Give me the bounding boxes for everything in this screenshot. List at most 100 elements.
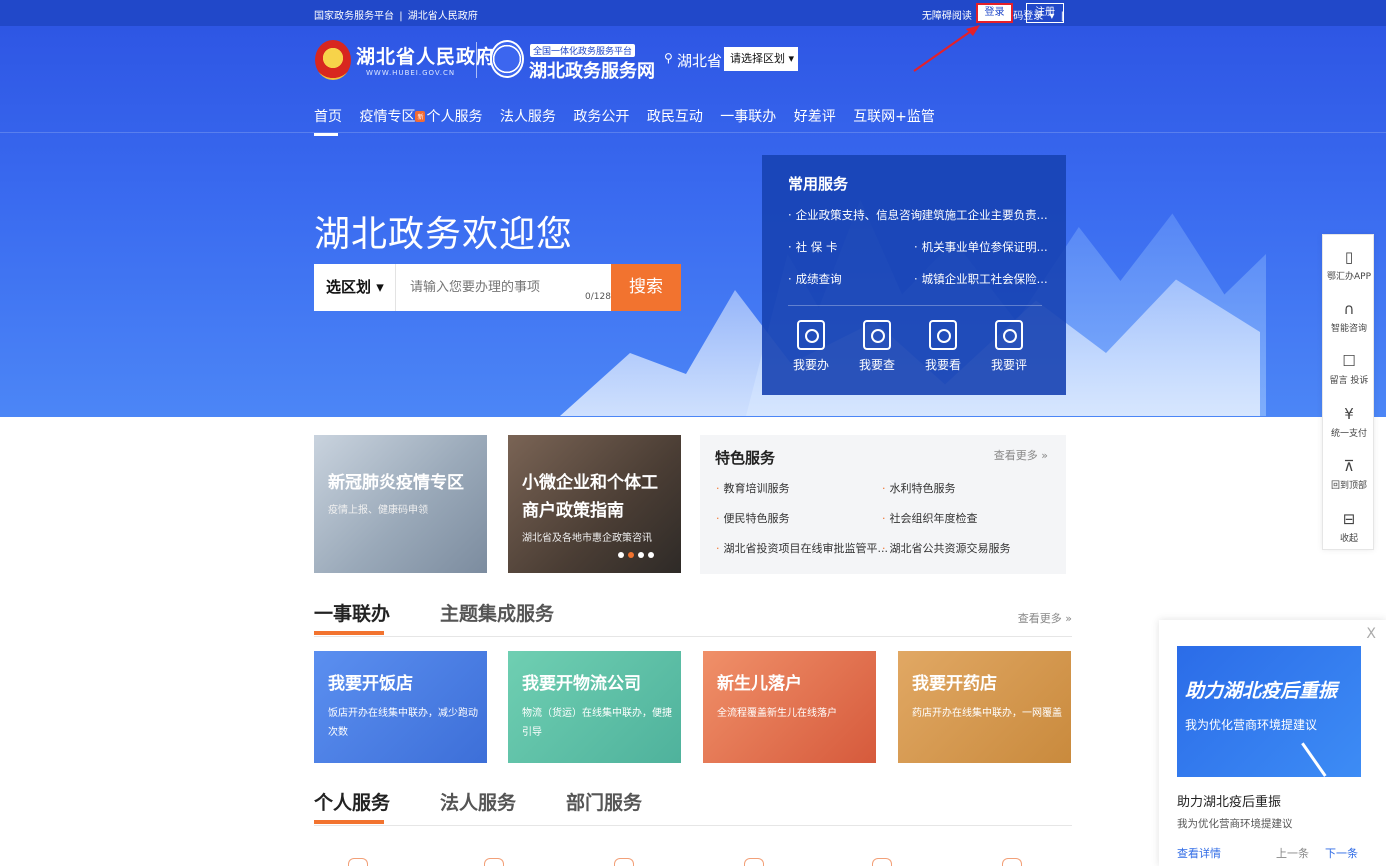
- special-service-link[interactable]: 社会组织年度检查: [882, 510, 978, 526]
- nav-joint-service[interactable]: 一事联办: [720, 106, 776, 126]
- nav-supervision[interactable]: 互联网+监管: [853, 106, 935, 126]
- float-label: 回到顶部: [1330, 481, 1367, 491]
- gov-title[interactable]: 湖北省人民政府: [356, 42, 496, 69]
- common-service-link[interactable]: 社 保 卡: [788, 239, 838, 255]
- search-char-count: 0/128: [585, 292, 611, 302]
- service-card-pharmacy[interactable]: 我要开药店 药店开办在线集中联办，一网覆盖: [898, 651, 1071, 763]
- search-button[interactable]: 搜索: [611, 264, 681, 311]
- popup-next-button[interactable]: 下一条: [1325, 845, 1358, 861]
- float-label: 智能咨询: [1330, 324, 1367, 334]
- nav-epidemic[interactable]: 疫情专区新: [359, 106, 426, 126]
- float-app[interactable]: ▯ 鄂汇办APP: [1323, 249, 1375, 282]
- card-subtitle: 疫情上报、健康码申领: [328, 505, 428, 516]
- service-icon[interactable]: [348, 858, 368, 866]
- float-label: 鄂汇办APP: [1326, 272, 1371, 282]
- tab-legal-service[interactable]: 法人服务: [440, 788, 516, 815]
- card-title: 小微企业和个体工商户政策指南: [522, 473, 658, 521]
- tab-joint-service[interactable]: 一事联办: [314, 599, 390, 635]
- float-label: 统一支付: [1330, 429, 1367, 439]
- register-button[interactable]: 注册: [1026, 3, 1064, 23]
- search-box: 选区划 ▾ 0/128 搜索: [314, 264, 681, 311]
- nav-public-affairs[interactable]: 政务公开: [573, 106, 629, 126]
- service-icon[interactable]: [614, 858, 634, 866]
- special-service-link[interactable]: 湖北省公共资源交易服务: [882, 540, 1011, 556]
- welcome-heading: 湖北政务欢迎您: [314, 214, 574, 255]
- nav-rating[interactable]: 好差评: [794, 106, 836, 126]
- service-card-title: 我要开饭店: [328, 674, 413, 694]
- service-icon[interactable]: [872, 858, 892, 866]
- common-service-link[interactable]: 建筑施工企业主要负责...: [914, 207, 1048, 223]
- service-card-desc: 全流程覆盖新生儿在线落户: [717, 708, 837, 719]
- tab-personal-service[interactable]: 个人服务: [314, 788, 390, 824]
- float-pay[interactable]: ¥ 统一支付: [1323, 406, 1375, 439]
- special-service-link[interactable]: 湖北省投资项目在线审批监管平...: [716, 540, 889, 556]
- special-service-link[interactable]: 水利特色服务: [882, 480, 956, 496]
- epidemic-zone-card[interactable]: 新冠肺炎疫情专区 疫情上报、健康码申领: [314, 435, 487, 573]
- popup-prev-button[interactable]: 上一条: [1276, 845, 1309, 861]
- hero-banner: [0, 26, 1386, 417]
- action-query[interactable]: 我要查: [852, 320, 902, 373]
- small-business-card[interactable]: 小微企业和个体工商户政策指南 湖北省及各地市惠企政策咨讯: [508, 435, 681, 573]
- service-card-desc: 饭店开办在线集中联办，减少跑动次数: [328, 708, 478, 738]
- carousel-dot[interactable]: [648, 552, 654, 558]
- service-icon[interactable]: [484, 858, 504, 866]
- popup-detail-link[interactable]: 查看详情: [1177, 845, 1221, 861]
- service-icon[interactable]: [744, 858, 764, 866]
- special-more-link[interactable]: 查看更多 »: [994, 447, 1048, 463]
- carousel-dot[interactable]: [618, 552, 624, 558]
- promo-banner[interactable]: 助力湖北疫后重振 我为优化营商环境提建议: [1177, 646, 1361, 777]
- nav-legal[interactable]: 法人服务: [500, 106, 556, 126]
- service-card-newborn[interactable]: 新生儿落户 全流程覆盖新生儿在线落户: [703, 651, 876, 763]
- popup-title: 助力湖北疫后重振: [1177, 795, 1282, 810]
- action-rate[interactable]: 我要评: [984, 320, 1034, 373]
- action-label: 我要办: [792, 358, 829, 372]
- main-nav: 首页 疫情专区新个人服务 法人服务 政务公开 政民互动 一事联办 好差评 互联网…: [314, 106, 948, 136]
- close-icon[interactable]: X: [1366, 626, 1376, 642]
- float-consult[interactable]: ∩ 智能咨询: [1323, 301, 1375, 334]
- portal-logo-icon: [490, 40, 524, 78]
- service-card-desc: 药店开办在线集中联办，一网覆盖: [912, 708, 1062, 719]
- special-service-link[interactable]: 便民特色服务: [716, 510, 790, 526]
- tab-department-service[interactable]: 部门服务: [566, 788, 642, 815]
- banner-subtitle: 我为优化营商环境提建议: [1185, 718, 1318, 732]
- joint-more-link[interactable]: 查看更多 »: [1018, 610, 1072, 626]
- region-select[interactable]: 请选择区划 ▾: [724, 47, 798, 71]
- search-input[interactable]: [410, 280, 590, 295]
- common-service-link[interactable]: 城镇企业职工社会保险...: [914, 271, 1048, 287]
- float-back-top[interactable]: ⊼ 回到顶部: [1323, 458, 1375, 491]
- person-query-icon: [863, 320, 891, 350]
- nav-home[interactable]: 首页: [314, 106, 342, 136]
- nav-interaction[interactable]: 政民互动: [647, 106, 703, 126]
- float-label: 收起: [1339, 534, 1358, 544]
- common-service-link[interactable]: 成绩查询: [788, 271, 842, 287]
- service-card-logistics[interactable]: 我要开物流公司 物流（货运）在线集中联办，便捷引导: [508, 651, 681, 763]
- national-platform-link[interactable]: 国家政务服务平台: [314, 11, 394, 22]
- accessibility-link[interactable]: 无障碍阅读: [922, 11, 972, 22]
- special-service-link[interactable]: 教育培训服务: [716, 480, 790, 496]
- tab-theme-service[interactable]: 主题集成服务: [440, 599, 554, 626]
- action-do[interactable]: 我要办: [786, 320, 836, 373]
- current-location: 湖北省: [677, 52, 723, 70]
- rating-icon: [995, 320, 1023, 350]
- top-bar: 国家政务服务平台 | 湖北省人民政府 无障碍阅读 | ▦ 扫码登录 ▾ | 登录…: [0, 0, 1386, 26]
- service-icon[interactable]: [1002, 858, 1022, 866]
- carousel-dots[interactable]: [618, 547, 658, 561]
- collapse-icon: ⊟: [1342, 510, 1356, 528]
- common-service-link[interactable]: 企业政策支持、信息咨询: [788, 207, 923, 223]
- search-region-select[interactable]: 选区划 ▾: [314, 264, 396, 311]
- service-card-title: 我要开物流公司: [522, 674, 641, 694]
- action-view[interactable]: 我要看: [918, 320, 968, 373]
- special-services-title: 特色服务: [715, 449, 776, 467]
- carousel-dot[interactable]: [628, 552, 634, 558]
- carousel-dot[interactable]: [638, 552, 644, 558]
- common-service-link[interactable]: 机关事业单位参保证明...: [914, 239, 1048, 255]
- float-message[interactable]: ☐ 留言 投诉: [1323, 353, 1375, 386]
- float-collapse[interactable]: ⊟ 收起: [1323, 511, 1375, 544]
- card-subtitle: 湖北省及各地市惠企政策咨讯: [522, 533, 652, 544]
- service-card-restaurant[interactable]: 我要开饭店 饭店开办在线集中联办，减少跑动次数: [314, 651, 487, 763]
- nav-personal[interactable]: 个人服务: [426, 106, 482, 126]
- portal-title[interactable]: 湖北政务服务网: [529, 57, 655, 83]
- login-button[interactable]: 登录: [976, 3, 1013, 23]
- action-label: 我要评: [990, 358, 1027, 372]
- hubei-gov-link[interactable]: 湖北省人民政府: [408, 11, 478, 22]
